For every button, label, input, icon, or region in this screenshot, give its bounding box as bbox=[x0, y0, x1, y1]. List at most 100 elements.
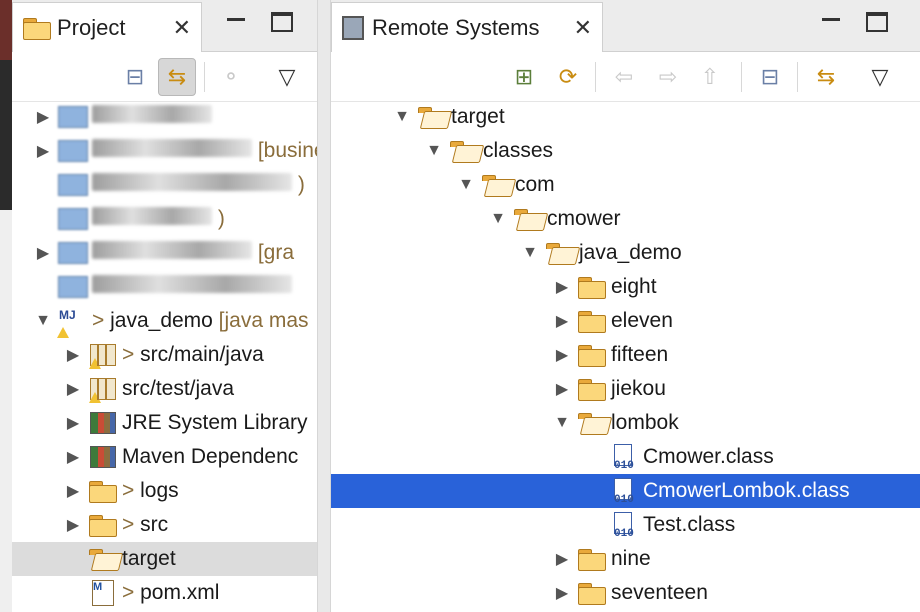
close-icon[interactable]: ✕ bbox=[173, 15, 191, 41]
folder-icon bbox=[88, 512, 118, 538]
dirty-marker: > bbox=[122, 479, 141, 502]
tree-item-label: eleven bbox=[611, 309, 673, 332]
dirty-marker: > bbox=[92, 309, 111, 332]
collapse-twisty-icon[interactable]: ▶ bbox=[553, 345, 571, 365]
folder-open-icon bbox=[577, 410, 607, 436]
tree-item[interactable]: ▶ JRE System Library bbox=[12, 406, 317, 440]
tree-item[interactable]: ▶ [business-ser bbox=[12, 134, 317, 168]
tree-item-label: CmowerLombok.class bbox=[643, 479, 850, 502]
minimize-button[interactable] bbox=[820, 12, 842, 32]
expand-twisty-icon[interactable]: ▼ bbox=[521, 243, 539, 263]
tree-item-decoration: ) bbox=[212, 207, 225, 230]
tree-item[interactable]: ▶ eight bbox=[331, 270, 920, 304]
up-button[interactable]: ⇧ bbox=[691, 58, 729, 96]
expand-twisty-icon[interactable]: ▼ bbox=[425, 141, 443, 161]
collapse-twisty-icon[interactable]: ▶ bbox=[34, 141, 52, 161]
tree-item[interactable]: ▶ > logs bbox=[12, 474, 317, 508]
tree-item[interactable]: ▼ classes bbox=[331, 134, 920, 168]
expand-twisty-icon[interactable]: ▼ bbox=[393, 107, 411, 127]
tree-item[interactable]: ▼ lombok bbox=[331, 406, 920, 440]
collapse-twisty-icon[interactable]: ▶ bbox=[64, 515, 82, 535]
tree-item[interactable]: 010 Test.class bbox=[331, 508, 920, 542]
tab-remote-systems[interactable]: Remote Systems ✕ bbox=[331, 2, 603, 52]
new-connection-button[interactable]: ⊞ bbox=[505, 58, 543, 96]
tree-item[interactable]: ▼ cmower bbox=[331, 202, 920, 236]
tree-item[interactable]: ▶ seventeen bbox=[331, 576, 920, 610]
tree-item-label: classes bbox=[483, 139, 554, 162]
tree-item-label: > pom.xml bbox=[122, 581, 220, 604]
collapse-twisty-icon[interactable]: ▶ bbox=[553, 379, 571, 399]
tree-item[interactable]: ▶ > src/main/java bbox=[12, 338, 317, 372]
tree-item[interactable]: ▼ com bbox=[331, 168, 920, 202]
folder-open-icon bbox=[513, 206, 543, 232]
refresh-button[interactable]: ⟳ bbox=[549, 58, 587, 96]
tree-item[interactable]: ) bbox=[12, 168, 317, 202]
tree-item[interactable]: ▶ bbox=[12, 100, 317, 134]
collapse-twisty-icon[interactable]: ▶ bbox=[553, 549, 571, 569]
tab-project[interactable]: Project ✕ bbox=[12, 2, 202, 52]
dirty-marker: > bbox=[122, 581, 141, 604]
expand-twisty-icon[interactable]: ▼ bbox=[34, 311, 52, 331]
folder-open-icon bbox=[481, 172, 511, 198]
redacted-label bbox=[92, 105, 212, 123]
view-menu-button[interactable]: ▽ bbox=[861, 58, 899, 96]
folder-icon bbox=[88, 478, 118, 504]
tree-item[interactable]: ▶ nine bbox=[331, 542, 920, 576]
tree-item[interactable]: ▶ eleven bbox=[331, 304, 920, 338]
collapse-twisty-icon[interactable]: ▶ bbox=[34, 243, 52, 263]
close-icon[interactable]: ✕ bbox=[574, 15, 592, 41]
tree-item-label: Test.class bbox=[643, 513, 736, 536]
toolbar-separator bbox=[204, 62, 205, 92]
tree-item[interactable]: target bbox=[12, 542, 317, 576]
tree-item-label: ) bbox=[92, 173, 305, 197]
collapse-twisty-icon[interactable]: ▶ bbox=[553, 311, 571, 331]
tree-item[interactable]: 010 CmowerLombok.class bbox=[331, 474, 920, 508]
forward-button[interactable]: ⇨ bbox=[649, 58, 687, 96]
tree-item[interactable] bbox=[12, 270, 317, 304]
tree-item[interactable]: ▶ src/test/java bbox=[12, 372, 317, 406]
view-menu-button[interactable]: ▽ bbox=[268, 58, 306, 96]
tree-item[interactable]: ▶ Maven Dependenc bbox=[12, 440, 317, 474]
collapse-twisty-icon[interactable]: ▶ bbox=[34, 107, 52, 127]
folder-icon bbox=[577, 376, 607, 402]
collapse-twisty-icon[interactable]: ▶ bbox=[64, 481, 82, 501]
tree-item[interactable]: ) bbox=[12, 202, 317, 236]
expand-twisty-icon[interactable]: ▼ bbox=[457, 175, 475, 195]
folder-open-icon bbox=[88, 546, 118, 572]
tree-item[interactable]: ▼ target bbox=[331, 100, 920, 134]
focus-icon[interactable]: ⚬ bbox=[212, 58, 250, 96]
remote-toolbar: ⊞ ⟳ ⇦ ⇨ ⇧ ⊟ ⇆ ▽ bbox=[331, 52, 920, 102]
collapse-all-button[interactable]: ⊟ bbox=[751, 58, 789, 96]
collapse-twisty-icon[interactable]: ▶ bbox=[64, 379, 82, 399]
library-icon bbox=[88, 410, 118, 436]
collapse-twisty-icon[interactable]: ▶ bbox=[64, 345, 82, 365]
minimize-button[interactable] bbox=[225, 12, 247, 32]
tree-item[interactable]: ▶ [gra bbox=[12, 236, 317, 270]
back-button[interactable]: ⇦ bbox=[605, 58, 643, 96]
tree-item[interactable]: M > pom.xml bbox=[12, 576, 317, 610]
tree-item[interactable]: ▼ MJ > java_demo [java mas bbox=[12, 304, 317, 338]
collapse-twisty-icon[interactable]: ▶ bbox=[553, 583, 571, 603]
maximize-button[interactable] bbox=[866, 12, 888, 32]
expand-twisty-icon[interactable]: ▼ bbox=[553, 413, 571, 433]
link-with-editor-button[interactable]: ⇆ bbox=[807, 58, 845, 96]
collapse-twisty-icon[interactable]: ▶ bbox=[64, 447, 82, 467]
link-with-editor-button[interactable]: ⇆ bbox=[158, 58, 196, 96]
collapse-twisty-icon[interactable]: ▶ bbox=[64, 413, 82, 433]
collapse-all-button[interactable]: ⊟ bbox=[116, 58, 154, 96]
maximize-button[interactable] bbox=[271, 12, 293, 32]
tree-item[interactable]: ▼ java_demo bbox=[331, 236, 920, 270]
tree-item[interactable]: 010 Cmower.class bbox=[331, 440, 920, 474]
tree-item-label: > src bbox=[122, 513, 169, 536]
tree-item-label bbox=[92, 275, 292, 299]
tree-item-label: Cmower.class bbox=[643, 445, 774, 468]
class-file-icon: 010 bbox=[609, 512, 639, 540]
collapse-twisty-icon[interactable]: ▶ bbox=[553, 277, 571, 297]
tree-item[interactable]: ▶ jiekou bbox=[331, 372, 920, 406]
tree-item[interactable]: ▶ > src bbox=[12, 508, 317, 542]
tree-item[interactable]: ▶ fifteen bbox=[331, 338, 920, 372]
tree-item-label: lombok bbox=[611, 411, 679, 434]
tab-remote-systems-label: Remote Systems bbox=[372, 14, 540, 40]
folder-open-icon bbox=[417, 104, 447, 130]
expand-twisty-icon[interactable]: ▼ bbox=[489, 209, 507, 229]
